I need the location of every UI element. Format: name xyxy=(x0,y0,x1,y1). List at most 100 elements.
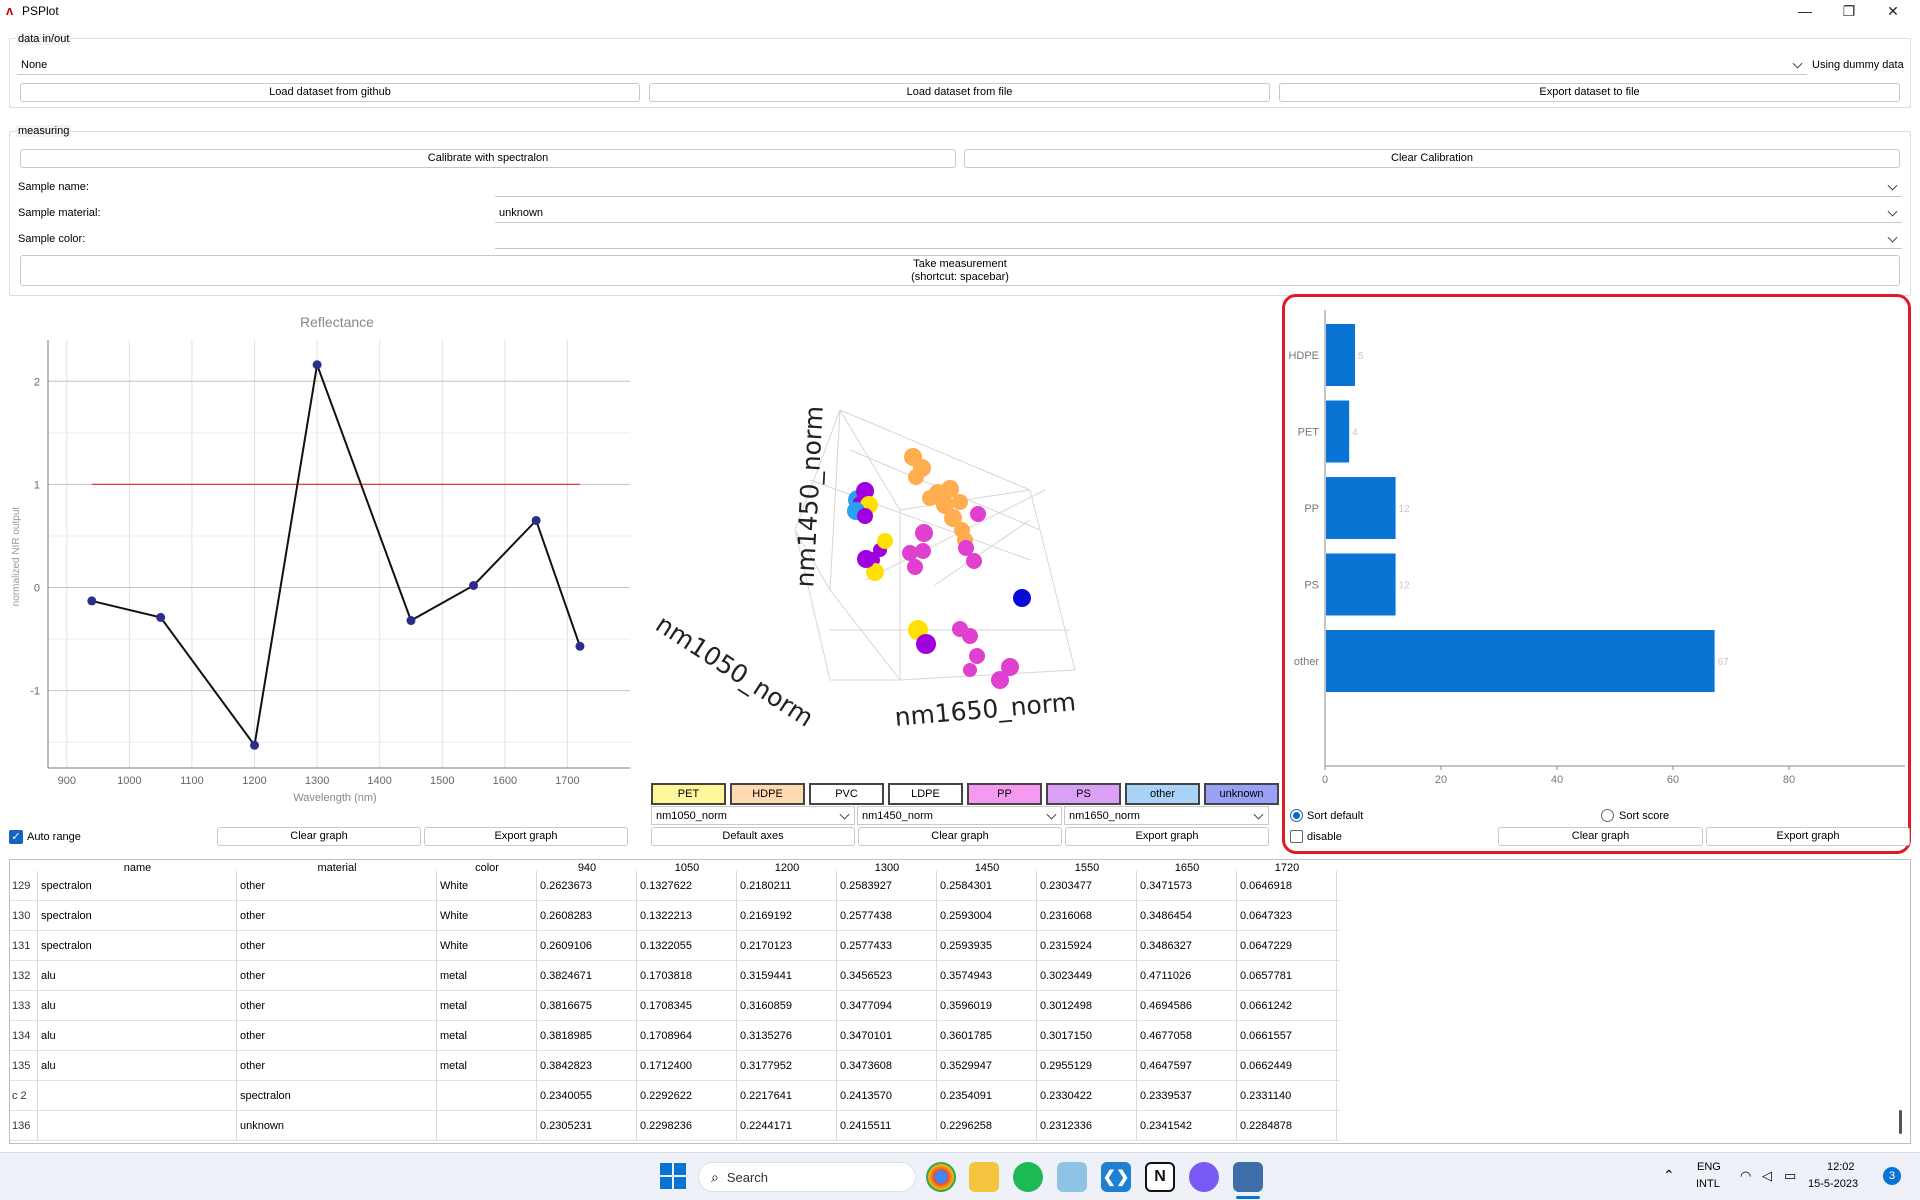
table-cell[interactable]: spectralon xyxy=(38,871,237,901)
table-cell[interactable]: 0.2955129 xyxy=(1037,1051,1137,1081)
table-cell[interactable]: 0.3135276 xyxy=(737,1021,837,1051)
clock-date[interactable]: 15-5-2023 xyxy=(1808,1178,1858,1190)
table-cell[interactable]: 0.2292622 xyxy=(637,1081,737,1111)
notification-badge[interactable]: 3 xyxy=(1883,1167,1901,1185)
table-cell[interactable]: 0.2339537 xyxy=(1137,1081,1237,1111)
table-cell[interactable]: 0.2298236 xyxy=(637,1111,737,1141)
table-cell[interactable]: other xyxy=(237,961,437,991)
table-cell[interactable]: 0.1703818 xyxy=(637,961,737,991)
load-file-button[interactable]: Load dataset from file xyxy=(649,83,1270,102)
load-github-button[interactable]: Load dataset from github xyxy=(20,83,640,102)
table-row[interactable]: 130 spectralon other White 0.2608283 0.132221… xyxy=(10,901,1340,931)
table-cell[interactable]: 0.3473608 xyxy=(837,1051,937,1081)
material-button-ldpe[interactable]: LDPE xyxy=(888,783,963,805)
auto-range-checkbox[interactable]: ✓ xyxy=(9,830,23,844)
table-cell[interactable]: 0.0661242 xyxy=(1237,991,1337,1021)
table-cell[interactable]: 0.4647597 xyxy=(1137,1051,1237,1081)
table-cell[interactable]: 0.3601785 xyxy=(937,1021,1037,1051)
battery-icon[interactable]: ▭ xyxy=(1784,1168,1796,1184)
messenger-icon[interactable] xyxy=(1189,1162,1219,1192)
table-cell[interactable]: 0.2341542 xyxy=(1137,1111,1237,1141)
minimize-icon[interactable]: — xyxy=(1782,0,1828,22)
table-cell[interactable]: 0.2593004 xyxy=(937,901,1037,931)
table-cell[interactable]: metal xyxy=(437,961,537,991)
table-cell[interactable]: 0.3012498 xyxy=(1037,991,1137,1021)
table-cell[interactable]: 0.3574943 xyxy=(937,961,1037,991)
table-cell[interactable]: 0.2584301 xyxy=(937,871,1037,901)
material-button-pet[interactable]: PET xyxy=(651,783,726,805)
taskbar-search[interactable]: ⌕ Search xyxy=(698,1162,916,1192)
table-cell[interactable]: 0.3818985 xyxy=(537,1021,637,1051)
table-cell[interactable]: White xyxy=(437,901,537,931)
file-explorer-icon[interactable] xyxy=(969,1162,999,1192)
table-row[interactable]: 129 spectralon other White 0.2623673 0.132762… xyxy=(10,871,1340,901)
table-cell[interactable]: 0.4711026 xyxy=(1137,961,1237,991)
table-cell[interactable] xyxy=(437,1111,537,1141)
table-cell[interactable]: 0.2217641 xyxy=(737,1081,837,1111)
table-cell[interactable]: 0.2284878 xyxy=(1237,1111,1337,1141)
sample-color-input[interactable] xyxy=(495,229,1902,249)
table-cell[interactable]: 0.3456523 xyxy=(837,961,937,991)
bar-clear-graph-button[interactable]: Clear graph xyxy=(1498,827,1703,846)
table-cell[interactable]: 0.4677058 xyxy=(1137,1021,1237,1051)
table-cell[interactable]: 0.2413570 xyxy=(837,1081,937,1111)
table-cell[interactable]: 0.2608283 xyxy=(537,901,637,931)
table-cell[interactable]: metal xyxy=(437,1021,537,1051)
table-cell[interactable]: other xyxy=(237,871,437,901)
table-cell[interactable]: 0.3023449 xyxy=(1037,961,1137,991)
table-cell[interactable]: 0.3477094 xyxy=(837,991,937,1021)
clock-time[interactable]: 12:02 xyxy=(1827,1161,1855,1173)
table-cell[interactable]: 0.3842823 xyxy=(537,1051,637,1081)
table-cell[interactable]: 0.0646918 xyxy=(1237,871,1337,901)
clear-calibration-button[interactable]: Clear Calibration xyxy=(964,149,1900,168)
material-button-pvc[interactable]: PVC xyxy=(809,783,884,805)
table-cell[interactable]: 0.2296258 xyxy=(937,1111,1037,1141)
bar-export-graph-button[interactable]: Export graph xyxy=(1706,827,1910,846)
language-line2[interactable]: INTL xyxy=(1696,1178,1720,1190)
take-measurement-button[interactable]: Take measurement (shortcut: spacebar) xyxy=(20,255,1900,286)
table-cell[interactable]: 0.2609106 xyxy=(537,931,637,961)
close-icon[interactable]: ✕ xyxy=(1870,0,1916,22)
table-cell[interactable]: 0.4694586 xyxy=(1137,991,1237,1021)
table-cell[interactable]: alu xyxy=(38,961,237,991)
table-cell[interactable]: 0.2330422 xyxy=(1037,1081,1137,1111)
table-row[interactable]: 133 alu other metal 0.3816675 0.1708345 0.3160… xyxy=(10,991,1340,1021)
axis2-select[interactable]: nm1450_norm xyxy=(857,806,1062,825)
table-cell[interactable]: 0.0647229 xyxy=(1237,931,1337,961)
calibrate-button[interactable]: Calibrate with spectralon xyxy=(20,149,956,168)
table-cell[interactable]: alu xyxy=(38,1051,237,1081)
sample-name-input[interactable] xyxy=(495,177,1902,197)
table-cell[interactable]: 0.2305231 xyxy=(537,1111,637,1141)
table-cell[interactable]: other xyxy=(237,991,437,1021)
table-cell[interactable]: 0.3529947 xyxy=(937,1051,1037,1081)
table-cell[interactable]: 0.1708345 xyxy=(637,991,737,1021)
language-line1[interactable]: ENG xyxy=(1697,1161,1721,1173)
psplot-taskbar-icon[interactable] xyxy=(1233,1162,1263,1192)
table-cell[interactable]: metal xyxy=(437,1051,537,1081)
axis1-select[interactable]: nm1050_norm xyxy=(651,806,855,825)
table-cell[interactable]: 0.3160859 xyxy=(737,991,837,1021)
default-axes-button[interactable]: Default axes xyxy=(651,827,855,846)
table-scrollbar[interactable] xyxy=(1899,1110,1902,1134)
table-cell[interactable]: 0.3816675 xyxy=(537,991,637,1021)
table-cell[interactable]: other xyxy=(237,931,437,961)
chrome-icon[interactable] xyxy=(926,1162,956,1192)
table-cell[interactable]: 0.2593935 xyxy=(937,931,1037,961)
table-cell[interactable]: 0.2316068 xyxy=(1037,901,1137,931)
table-cell[interactable]: White xyxy=(437,931,537,961)
table-cell[interactable]: other xyxy=(237,1021,437,1051)
table-cell[interactable]: other xyxy=(237,1051,437,1081)
table-cell[interactable]: metal xyxy=(437,991,537,1021)
table-row[interactable]: 136 unknown 0.2305231 0.2298236 0.2244171 0.2… xyxy=(10,1111,1340,1141)
table-cell[interactable]: 0.3596019 xyxy=(937,991,1037,1021)
notion-icon[interactable]: N xyxy=(1145,1162,1175,1192)
material-button-other[interactable]: other xyxy=(1125,783,1200,805)
disable-checkbox[interactable] xyxy=(1290,830,1303,843)
reflectance-clear-graph-button[interactable]: Clear graph xyxy=(217,827,421,846)
data-table[interactable]: name material color 940 1050 1200 1300 1450 1550… xyxy=(9,859,1911,1144)
table-cell[interactable]: 0.2577433 xyxy=(837,931,937,961)
table-cell[interactable]: 0.0661557 xyxy=(1237,1021,1337,1051)
table-cell[interactable] xyxy=(38,1111,237,1141)
table-cell[interactable]: 0.3471573 xyxy=(1137,871,1237,901)
table-cell[interactable]: 0.3486454 xyxy=(1137,901,1237,931)
